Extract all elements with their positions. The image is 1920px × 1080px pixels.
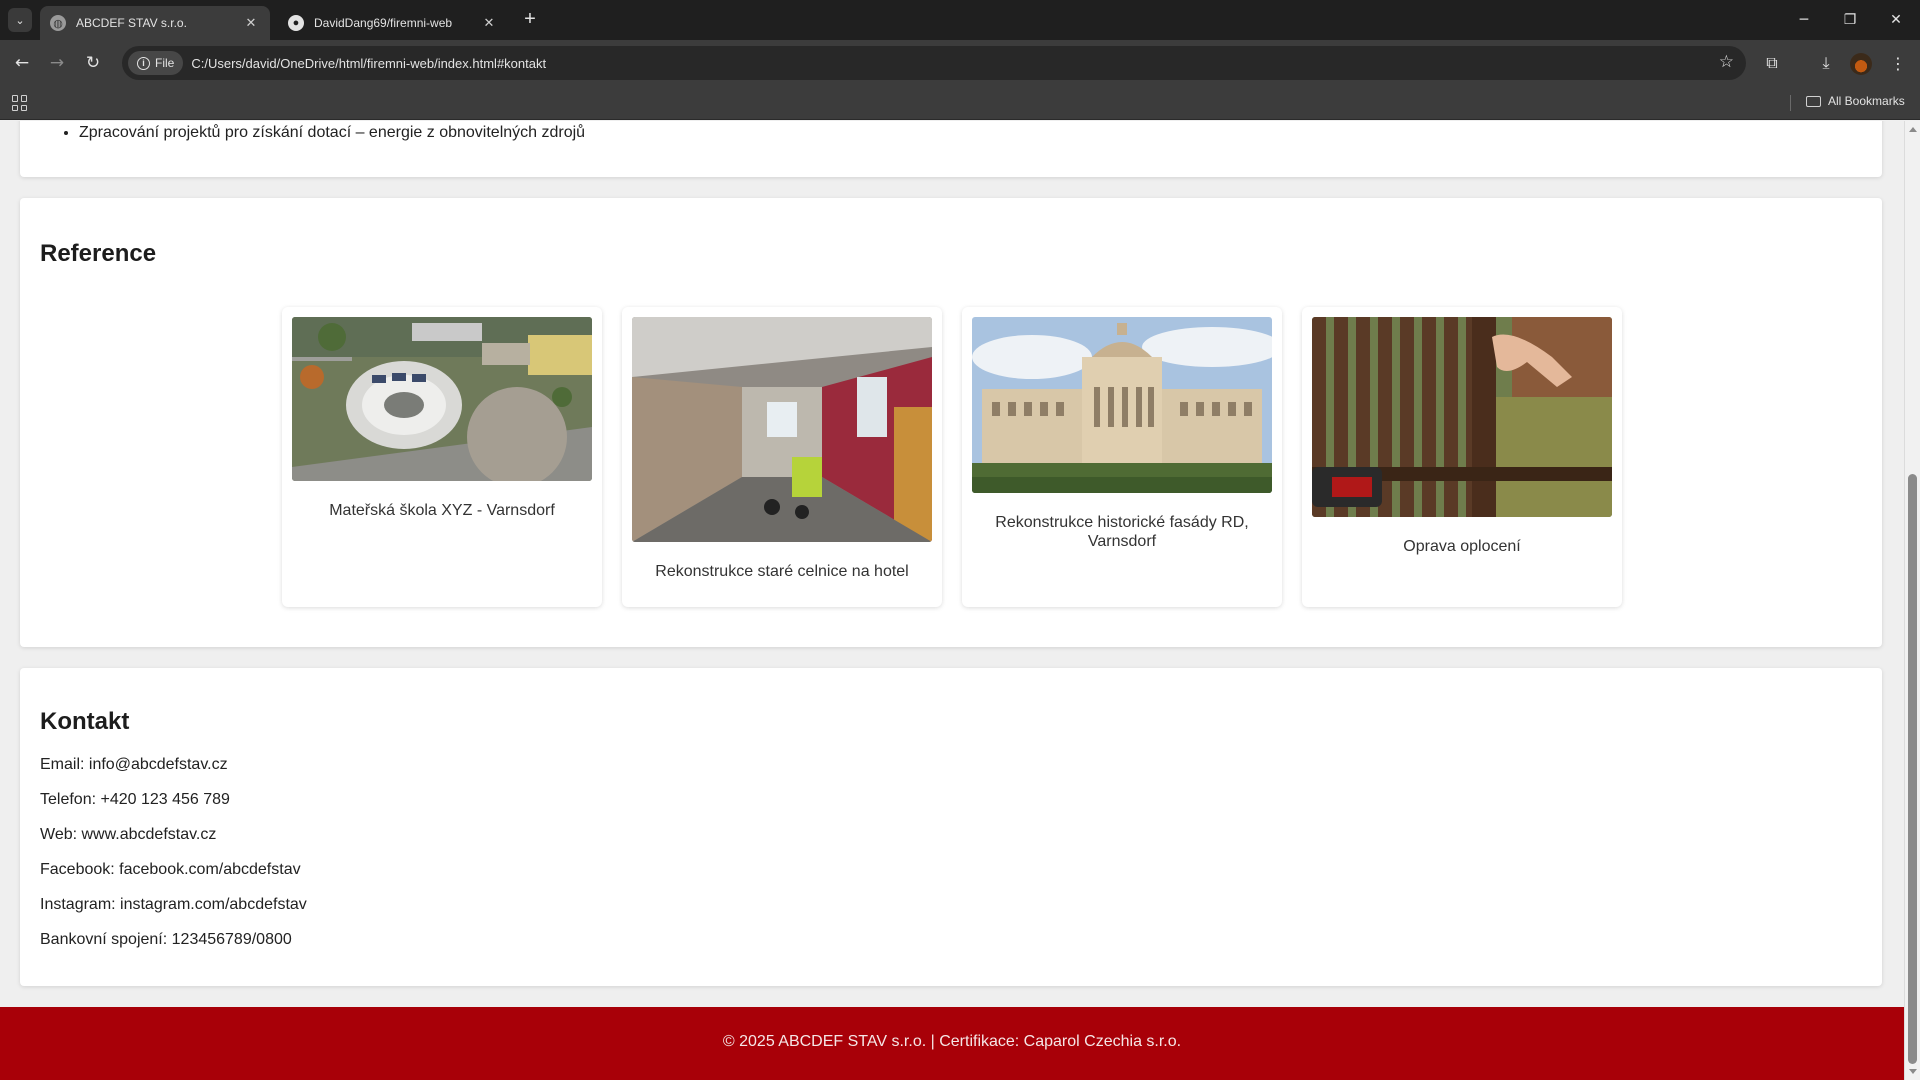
minimize-button[interactable]: ─ <box>1781 0 1827 40</box>
info-icon: i <box>137 56 150 70</box>
reference-caption: Mateřská škola XYZ - Varnsdorf <box>329 502 555 519</box>
reference-caption: Oprava oplocení <box>1403 538 1521 555</box>
site-info-chip[interactable]: i File <box>128 51 184 75</box>
reference-card[interactable]: Rekonstrukce historické fasády RD, Varns… <box>962 307 1282 607</box>
browser-toolbar: ← → ↻ i File C:/Users/david/OneDrive/htm… <box>0 40 1920 86</box>
reference-image-historic-facade <box>972 317 1272 493</box>
reference-card[interactable]: Mateřská škola XYZ - Varnsdorf <box>282 307 602 607</box>
github-icon: ● <box>288 15 304 31</box>
browser-tab-strip: ⌄ ◍ ABCDEF STAV s.r.o. ✕ ● DavidDang69/f… <box>0 0 1920 40</box>
bookmarks-divider <box>1790 95 1791 111</box>
all-bookmarks-button[interactable]: All Bookmarks <box>1806 94 1905 108</box>
services-list: Zpracování projektů pro získání dotací –… <box>79 124 585 142</box>
globe-icon: ◍ <box>50 15 66 31</box>
tab-title: ABCDEF STAV s.r.o. <box>76 16 187 30</box>
reload-button[interactable]: ↻ <box>81 51 105 75</box>
reference-image-kindergarten <box>292 317 592 481</box>
vertical-scrollbar[interactable] <box>1904 121 1920 1080</box>
reference-image-fence <box>1312 317 1612 517</box>
back-button[interactable]: ← <box>10 51 34 75</box>
scroll-up-arrow-icon[interactable] <box>1909 127 1917 132</box>
scroll-down-arrow-icon[interactable] <box>1909 1069 1917 1074</box>
tab-github-repo[interactable]: ● DavidDang69/firemni-web ✕ <box>278 6 508 40</box>
apps-grid-icon[interactable] <box>12 95 28 111</box>
profile-avatar[interactable] <box>1850 53 1872 75</box>
menu-kebab-icon[interactable]: ⋮ <box>1886 51 1910 75</box>
contact-web: Web: www.abcdefstav.cz <box>40 826 217 843</box>
contact-instagram: Instagram: instagram.com/abcdefstav <box>40 896 307 913</box>
close-window-button[interactable]: ✕ <box>1873 0 1919 40</box>
section-title-reference: Reference <box>40 240 157 267</box>
chip-label: File <box>155 56 175 70</box>
reference-image-customs-house <box>632 317 932 542</box>
extensions-icon[interactable]: ⧉ <box>1760 51 1784 75</box>
address-bar[interactable]: i File C:/Users/david/OneDrive/html/fire… <box>122 46 1746 80</box>
download-icon[interactable]: ⤓ <box>1814 51 1838 75</box>
bookmark-star-icon[interactable]: ☆ <box>1719 52 1734 72</box>
url-text[interactable]: C:/Users/david/OneDrive/html/firemni-web… <box>191 56 546 71</box>
reference-caption: Rekonstrukce historické fasády RD, Varns… <box>995 514 1249 550</box>
forward-button[interactable]: → <box>45 51 69 75</box>
close-icon[interactable]: ✕ <box>242 14 260 32</box>
services-section: Zpracování projektů pro získání dotací –… <box>20 121 1882 177</box>
footer-text: © 2025 ABCDEF STAV s.r.o. | Certifikace:… <box>722 1033 1182 1050</box>
bookmarks-bar: All Bookmarks <box>0 86 1920 120</box>
close-icon[interactable]: ✕ <box>480 14 498 32</box>
section-title-contact: Kontakt <box>40 708 130 735</box>
contact-bank: Bankovní spojení: 123456789/0800 <box>40 931 292 948</box>
tab-abcdef-stav[interactable]: ◍ ABCDEF STAV s.r.o. ✕ <box>40 6 270 40</box>
page-footer: © 2025 ABCDEF STAV s.r.o. | Certifikace:… <box>0 1007 1904 1080</box>
tab-title: DavidDang69/firemni-web <box>314 16 453 30</box>
reference-card[interactable]: Oprava oplocení <box>1302 307 1622 607</box>
contact-section: Kontakt Email: info@abcdefstav.cz Telefo… <box>20 668 1882 986</box>
reference-card[interactable]: Rekonstrukce staré celnice na hotel <box>622 307 942 607</box>
contact-email: Email: info@abcdefstav.cz <box>40 756 228 773</box>
reference-section: Reference Mateřská škola XYZ - Varnsdorf… <box>20 198 1882 647</box>
tab-search-chevron-icon[interactable]: ⌄ <box>8 8 32 32</box>
scrollbar-thumb[interactable] <box>1908 474 1917 1064</box>
list-item: Zpracování projektů pro získání dotací –… <box>79 124 585 142</box>
folder-icon <box>1806 95 1821 107</box>
contact-facebook: Facebook: facebook.com/abcdefstav <box>40 861 301 878</box>
contact-phone: Telefon: +420 123 456 789 <box>40 791 230 808</box>
page-viewport: Zpracování projektů pro získání dotací –… <box>0 121 1904 1080</box>
reference-caption: Rekonstrukce staré celnice na hotel <box>655 563 909 580</box>
new-tab-button[interactable]: + <box>520 9 540 30</box>
restore-button[interactable]: ❐ <box>1827 0 1873 40</box>
all-bookmarks-label: All Bookmarks <box>1828 94 1905 108</box>
